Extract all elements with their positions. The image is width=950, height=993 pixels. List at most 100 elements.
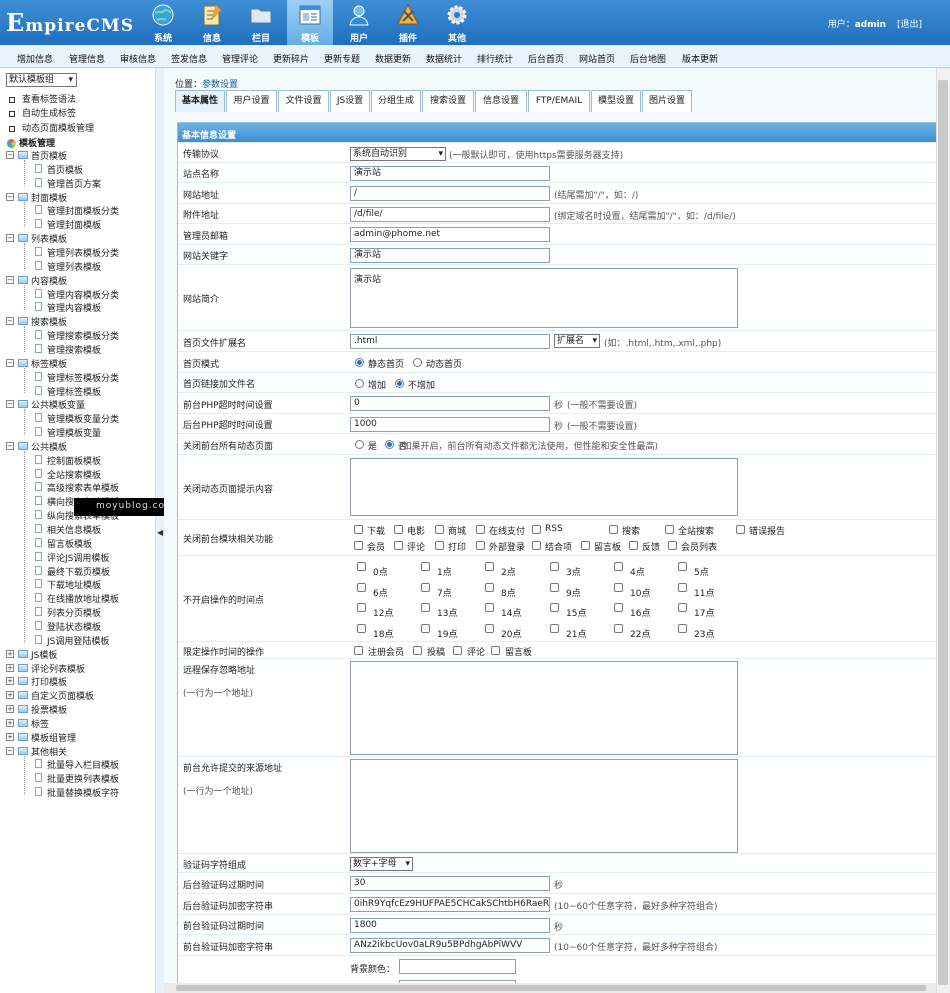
tree-leaf[interactable]: 列表分页模板	[35, 606, 155, 619]
checkbox[interactable]	[550, 582, 559, 592]
checkbox[interactable]	[435, 541, 444, 550]
expand-toggle-icon[interactable]: −	[6, 746, 14, 755]
checkbox[interactable]	[678, 603, 687, 612]
checkbox[interactable]	[413, 646, 422, 655]
checkbox[interactable]	[485, 623, 494, 633]
checkbox[interactable]	[550, 603, 559, 612]
subnav-item[interactable]: 后台地图	[630, 52, 666, 65]
tree-leaf[interactable]: 管理内容模板	[35, 301, 155, 314]
expand-toggle-icon[interactable]: −	[6, 441, 14, 450]
tab-1[interactable]: 基本属性	[175, 90, 225, 112]
tree-group[interactable]: + 模板组管理	[0, 731, 150, 744]
checkbox[interactable]	[485, 562, 494, 571]
checkbox[interactable]	[609, 525, 618, 534]
topnav-user[interactable]: 用户	[336, 0, 382, 45]
tree-leaf[interactable]: 最终下载页模板	[35, 565, 155, 578]
tab-7[interactable]: 信息设置	[475, 90, 527, 112]
sidebar-top-item[interactable]: 动态页面模板管理	[9, 121, 94, 134]
checkbox[interactable]	[678, 562, 687, 571]
expand-toggle-icon[interactable]: −	[6, 234, 14, 243]
subnav-item[interactable]: 管理信息	[69, 52, 105, 65]
tree-group[interactable]: − 内容模板	[0, 274, 150, 287]
checkbox[interactable]	[678, 623, 687, 633]
expand-toggle-icon[interactable]: −	[6, 317, 14, 326]
close-tip-textarea[interactable]	[350, 458, 738, 516]
checkbox[interactable]	[476, 541, 485, 550]
keywords-input[interactable]: 演示站	[350, 248, 550, 263]
back-captcha-expire-input[interactable]: 30	[350, 876, 550, 891]
tree-leaf[interactable]: 登陆状态模板	[35, 620, 155, 633]
checkbox[interactable]	[485, 603, 494, 612]
tree-leaf[interactable]: 批量更换列表模板	[35, 772, 155, 785]
checkbox[interactable]	[354, 525, 363, 534]
tree-leaf[interactable]: 管理列表模板	[35, 260, 155, 273]
protocol-select[interactable]: 系统自动识别	[350, 147, 446, 161]
site-name-input[interactable]: 演示站	[350, 166, 550, 181]
checkbox[interactable]	[491, 646, 500, 655]
back-captcha-key-input[interactable]: 0ihR9YqfcEz9HUFPAE5CHCakSChtbH6RaeRy	[350, 897, 550, 912]
checkbox[interactable]	[485, 582, 494, 592]
radio-button[interactable]	[413, 358, 422, 367]
tree-leaf[interactable]: 评论JS调用模板	[35, 551, 155, 564]
tree-leaf[interactable]: 全站搜索模板	[35, 468, 155, 481]
tab-9[interactable]: 模型设置	[591, 90, 641, 112]
tree-group[interactable]: + 标签	[0, 717, 150, 730]
tree-leaf[interactable]: 下载地址模板	[35, 578, 155, 591]
expand-toggle-icon[interactable]: +	[6, 677, 14, 686]
checkbox[interactable]	[629, 541, 638, 550]
radio-button[interactable]	[395, 379, 404, 388]
front-timeout-input[interactable]: 0	[350, 396, 550, 411]
back-timeout-input[interactable]: 1000	[350, 417, 550, 432]
subnav-item[interactable]: 更新碎片	[273, 52, 309, 65]
subnav-item[interactable]: 审核信息	[120, 52, 156, 65]
checkbox[interactable]	[665, 525, 674, 534]
tab-8[interactable]: FTP/EMAIL	[528, 90, 590, 112]
captcha-chars-select[interactable]: 数字+字母	[350, 857, 413, 871]
checkbox[interactable]	[550, 562, 559, 571]
expand-toggle-icon[interactable]: −	[6, 400, 14, 409]
tab-4[interactable]: JS设置	[330, 90, 370, 112]
tree-group[interactable]: − 公共模板变量	[0, 398, 150, 411]
expand-toggle-icon[interactable]: +	[6, 705, 14, 713]
tab-6[interactable]: 搜索设置	[422, 90, 474, 112]
subnav-item[interactable]: 后台首页	[528, 52, 564, 65]
index-ext-select[interactable]: 扩展名	[554, 334, 600, 348]
tree-leaf[interactable]: 首页模板	[35, 163, 155, 176]
front-captcha-expire-input[interactable]: 1800	[350, 918, 550, 933]
tree-leaf[interactable]: 管理搜索模板分类	[35, 329, 155, 342]
checkbox[interactable]	[453, 646, 462, 655]
radio-button[interactable]	[355, 358, 364, 367]
template-group-select[interactable]: 默认模板组 ▾	[6, 73, 77, 87]
radio-button[interactable]	[355, 379, 364, 388]
admin-email-input[interactable]: admin@phome.net	[350, 227, 550, 242]
expand-toggle-icon[interactable]: −	[6, 192, 14, 201]
checkbox[interactable]	[532, 525, 541, 534]
tree-leaf[interactable]: 高级搜索表单模板	[35, 481, 155, 494]
tree-group[interactable]: − 首页模板	[0, 149, 150, 162]
tree-leaf[interactable]: 管理搜索模板	[35, 343, 155, 356]
subnav-item[interactable]: 管理评论	[222, 52, 258, 65]
tree-leaf[interactable]: 管理首页方案	[35, 177, 155, 190]
topnav-notepad[interactable]: 信息	[189, 0, 235, 45]
tab-3[interactable]: 文件设置	[278, 90, 329, 112]
tree-group[interactable]: + 自定义页面模板	[0, 689, 150, 702]
expand-toggle-icon[interactable]: +	[6, 649, 14, 658]
tree-leaf[interactable]: 批量替换模板字符	[35, 786, 155, 799]
checkbox[interactable]	[357, 562, 366, 571]
sidebar-splitter[interactable]: ◀	[156, 68, 164, 993]
tree-leaf[interactable]: 管理列表模板分类	[35, 246, 155, 259]
tree-leaf[interactable]: 管理模板变量	[35, 426, 155, 439]
checkbox[interactable]	[532, 541, 541, 550]
tree-leaf[interactable]: 管理标签模板分类	[35, 371, 155, 384]
subnav-item[interactable]: 网站首页	[579, 52, 615, 65]
tree-leaf[interactable]: 管理内容模板分类	[35, 288, 155, 301]
topnav-folder[interactable]: 栏目	[238, 0, 284, 45]
subnav-item[interactable]: 更新专题	[324, 52, 360, 65]
vertical-scroll-thumb[interactable]	[938, 80, 948, 985]
checkbox[interactable]	[357, 623, 366, 633]
checkbox[interactable]	[614, 623, 623, 633]
tree-group[interactable]: − 其他相关	[0, 745, 150, 758]
subnav-item[interactable]: 排行统计	[477, 52, 513, 65]
tree-leaf[interactable]: 留言板模板	[35, 537, 155, 550]
subnav-item[interactable]: 版本更新	[682, 52, 718, 65]
